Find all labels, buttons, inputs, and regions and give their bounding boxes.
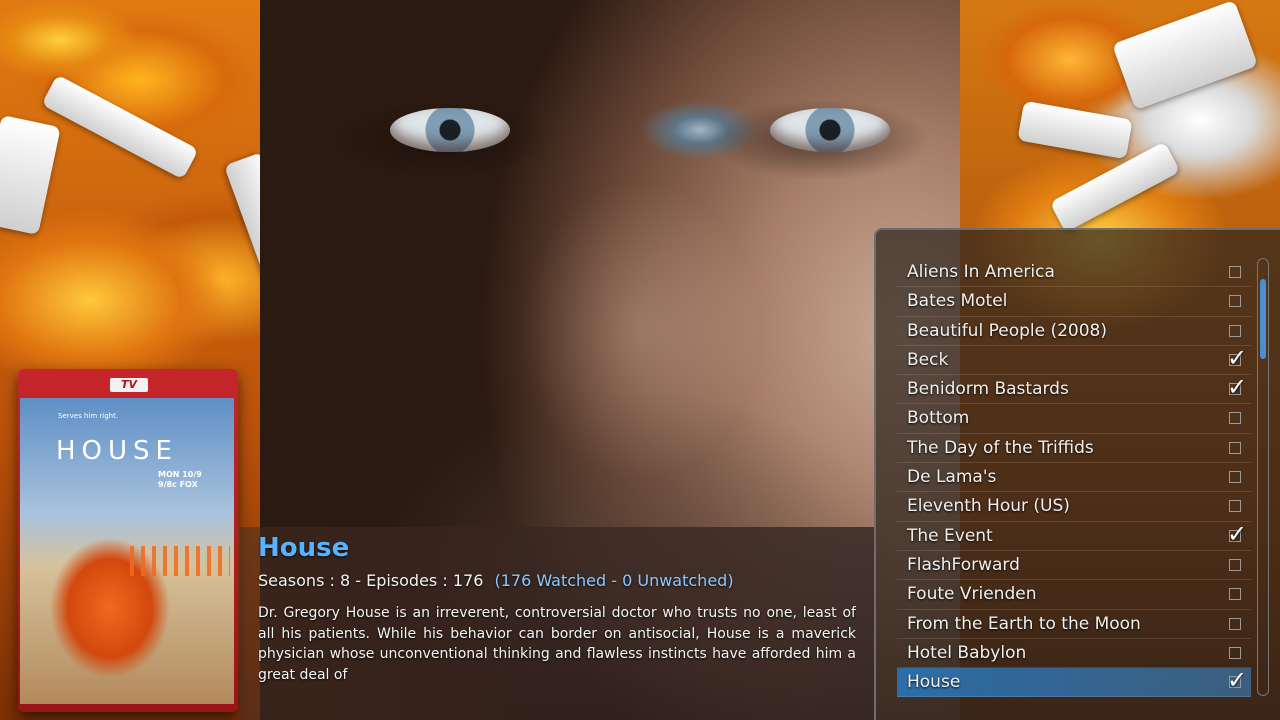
list-item-label: Beautiful People (2008): [907, 320, 1107, 341]
list-item-label: Bottom: [907, 408, 970, 429]
list-scrollbar[interactable]: [1257, 258, 1269, 696]
list-item-label: Aliens In America: [907, 262, 1055, 282]
list-item[interactable]: From the Earth to the Moon: [897, 610, 1251, 639]
watched-counts: (176 Watched - 0 Unwatched): [494, 571, 734, 590]
list-item[interactable]: Hotel Babylon: [897, 639, 1251, 669]
list-item[interactable]: Foute Vrienden: [897, 580, 1251, 610]
tv-show-list: Aliens In America Bates Motel Beautiful Pe…: [897, 258, 1251, 698]
watched-checkbox[interactable]: [1229, 617, 1241, 630]
poster-airing-network: 9/8c FOX: [158, 480, 198, 489]
checkmark-icon: ✓: [1227, 343, 1248, 372]
list-item-label: Bates Motel: [907, 291, 1008, 312]
list-item[interactable]: The Event ✓: [897, 519, 1251, 551]
list-item-label: Hotel Babylon: [907, 642, 1027, 663]
poster-airing: MON 10/9 9/8c FOX: [158, 470, 202, 490]
poster-crew: [130, 546, 230, 576]
list-item[interactable]: De Lama's: [897, 463, 1251, 493]
list-item[interactable]: House ✓: [897, 666, 1251, 698]
show-stats: Seasons : 8 - Episodes : 176 (176 Watche…: [258, 570, 734, 592]
list-item[interactable]: Beautiful People (2008): [897, 317, 1251, 346]
watched-checkbox[interactable]: [1229, 412, 1241, 425]
right-eye: [770, 108, 890, 152]
watched-checkbox[interactable]: [1229, 558, 1241, 571]
left-eye: [390, 108, 510, 152]
list-item-label: FlashForward: [907, 554, 1020, 575]
watched-checkbox[interactable]: [1229, 266, 1241, 278]
watched-checkbox[interactable]: [1229, 324, 1241, 337]
watched-checkbox[interactable]: [1229, 646, 1241, 659]
list-item-label: De Lama's: [907, 467, 997, 488]
list-item-label: Benidorm Bastards: [907, 379, 1069, 400]
watched-checkbox[interactable]: [1229, 295, 1241, 308]
scrollbar-thumb[interactable]: [1260, 279, 1266, 359]
list-item[interactable]: Eleventh Hour (US): [897, 492, 1251, 522]
list-item-label: From the Earth to the Moon: [907, 613, 1141, 634]
checkmark-icon: ✓: [1227, 373, 1248, 402]
seasons-episodes: Seasons : 8 - Episodes : 176: [258, 571, 484, 590]
watched-checkbox[interactable]: [1229, 471, 1241, 484]
list-item[interactable]: Bottom: [897, 404, 1251, 434]
checkmark-icon: ✓: [1227, 666, 1248, 695]
show-plot: Dr. Gregory House is an irreverent, cont…: [258, 605, 856, 683]
watched-checkbox[interactable]: [1229, 588, 1241, 601]
list-item-label: Beck: [907, 349, 949, 370]
list-item-label: Eleventh Hour (US): [907, 496, 1070, 517]
poster-airing-day: MON 10/9: [158, 470, 202, 479]
list-item[interactable]: Bates Motel: [897, 287, 1251, 317]
list-item[interactable]: Benidorm Bastards ✓: [897, 373, 1251, 405]
watched-checkbox[interactable]: [1229, 500, 1241, 513]
show-title: House: [258, 533, 350, 563]
list-item-label: House: [907, 672, 961, 693]
list-item[interactable]: The Day of the Triffids: [897, 434, 1251, 464]
watched-checkbox[interactable]: [1229, 441, 1241, 454]
checkmark-icon: ✓: [1227, 519, 1248, 548]
show-poster[interactable]: Serves him right. HOUSE MON 10/9 9/8c FO…: [20, 398, 234, 704]
list-item[interactable]: FlashForward: [897, 551, 1251, 581]
list-item-label: Foute Vrienden: [907, 584, 1037, 605]
tv-badge: TV: [110, 378, 148, 392]
list-item-label: The Day of the Triffids: [907, 437, 1094, 458]
poster-tagline: Serves him right.: [58, 412, 119, 420]
list-item[interactable]: Beck ✓: [897, 343, 1251, 376]
list-item-label: The Event: [907, 525, 993, 546]
list-item[interactable]: Aliens In America: [897, 258, 1251, 288]
poster-title: HOUSE: [56, 436, 178, 466]
